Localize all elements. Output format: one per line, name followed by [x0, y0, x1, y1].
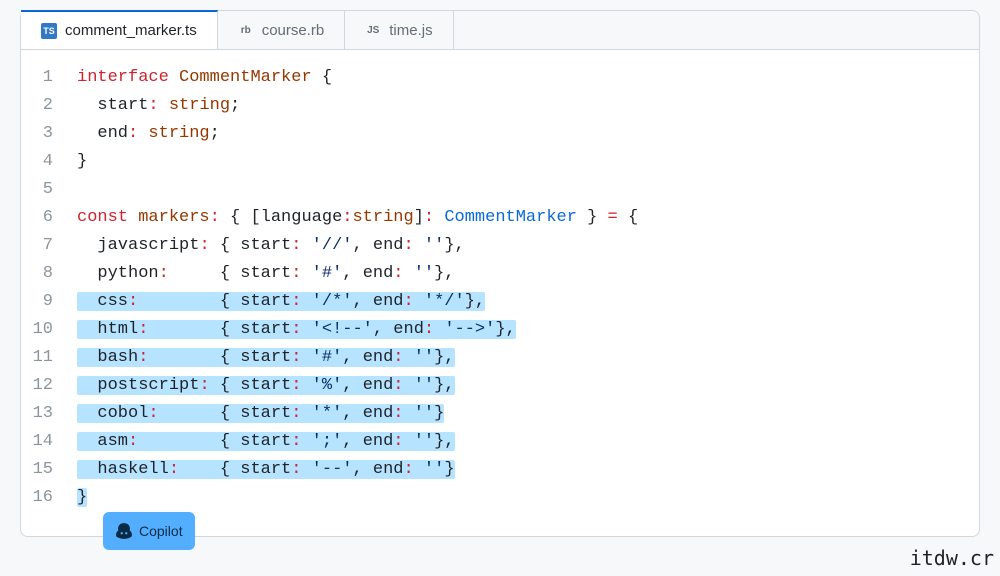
line-number: 4: [21, 148, 77, 176]
code-line: 10 html: { start: '<!--', end: '-->'},: [21, 316, 979, 344]
line-number: 14: [21, 428, 77, 456]
code-content[interactable]: javascript: { start: '//', end: ''},: [77, 232, 465, 260]
code-line: 14 asm: { start: ';', end: ''},: [21, 428, 979, 456]
code-line: 4}: [21, 148, 979, 176]
code-content[interactable]: end: string;: [77, 120, 220, 148]
line-number: 10: [21, 316, 77, 344]
code-content[interactable]: postscript: { start: '%', end: ''},: [77, 372, 455, 400]
code-content[interactable]: }: [77, 484, 87, 512]
file-icon: JS: [365, 22, 381, 38]
line-number: 1: [21, 64, 77, 92]
code-content[interactable]: css: { start: '/*', end: '*/'},: [77, 288, 485, 316]
code-line: 7 javascript: { start: '//', end: ''},: [21, 232, 979, 260]
code-content[interactable]: interface CommentMarker {: [77, 64, 332, 92]
line-number: 2: [21, 92, 77, 120]
tab-course-rb[interactable]: rb course.rb: [218, 11, 346, 49]
copilot-badge[interactable]: Copilot: [103, 512, 195, 550]
line-number: 12: [21, 372, 77, 400]
code-content[interactable]: start: string;: [77, 92, 240, 120]
code-line: 12 postscript: { start: '%', end: ''},: [21, 372, 979, 400]
code-line: 13 cobol: { start: '*', end: ''}: [21, 400, 979, 428]
code-line: 2 start: string;: [21, 92, 979, 120]
code-content[interactable]: haskell: { start: '--', end: ''}: [77, 456, 455, 484]
tab-time-js[interactable]: JS time.js: [345, 11, 453, 49]
tab-label: course.rb: [262, 22, 325, 39]
copilot-icon: [115, 522, 133, 540]
code-content[interactable]: html: { start: '<!--', end: '-->'},: [77, 316, 516, 344]
line-number: 3: [21, 120, 77, 148]
code-content[interactable]: cobol: { start: '*', end: ''}: [77, 400, 444, 428]
tab-bar: TS comment_marker.ts rb course.rb JS time.js: [21, 11, 979, 50]
tab-label: comment_marker.ts: [65, 22, 197, 39]
line-number: 6: [21, 204, 77, 232]
line-number: 11: [21, 344, 77, 372]
editor-card: TScomment_marker.tsrbcourse.rbJStime.js …: [20, 10, 980, 537]
file-icon: TS: [41, 23, 57, 39]
code-content[interactable]: const markers: { [language:string]: Comm…: [77, 204, 638, 232]
line-number: 15: [21, 456, 77, 484]
line-number: 8: [21, 260, 77, 288]
tab-comment_marker-ts[interactable]: TS comment_marker.ts: [21, 10, 218, 49]
code-area: 1interface CommentMarker {2 start: strin…: [21, 50, 979, 536]
line-number: 16: [21, 484, 77, 512]
code-line: 6const markers: { [language:string]: Com…: [21, 204, 979, 232]
code-content[interactable]: asm: { start: ';', end: ''},: [77, 428, 455, 456]
line-number: 13: [21, 400, 77, 428]
file-icon: rb: [238, 22, 254, 38]
code-content[interactable]: }: [77, 148, 87, 176]
code-line: 9 css: { start: '/*', end: '*/'},: [21, 288, 979, 316]
code-line: 11 bash: { start: '#', end: ''},: [21, 344, 979, 372]
watermark: itdw.cr: [910, 546, 994, 570]
code-content[interactable]: python: { start: '#', end: ''},: [77, 260, 455, 288]
code-line: 15 haskell: { start: '--', end: ''}: [21, 456, 979, 484]
code-content[interactable]: bash: { start: '#', end: ''},: [77, 344, 455, 372]
line-number: 5: [21, 176, 77, 204]
code-line: 3 end: string;: [21, 120, 979, 148]
line-number: 9: [21, 288, 77, 316]
line-number: 7: [21, 232, 77, 260]
code-line: 1interface CommentMarker {: [21, 64, 979, 92]
copilot-label: Copilot: [139, 517, 183, 545]
tab-label: time.js: [389, 22, 432, 39]
code-line: 5: [21, 176, 979, 204]
code-line: 16}: [21, 484, 979, 512]
code-line: 8 python: { start: '#', end: ''},: [21, 260, 979, 288]
